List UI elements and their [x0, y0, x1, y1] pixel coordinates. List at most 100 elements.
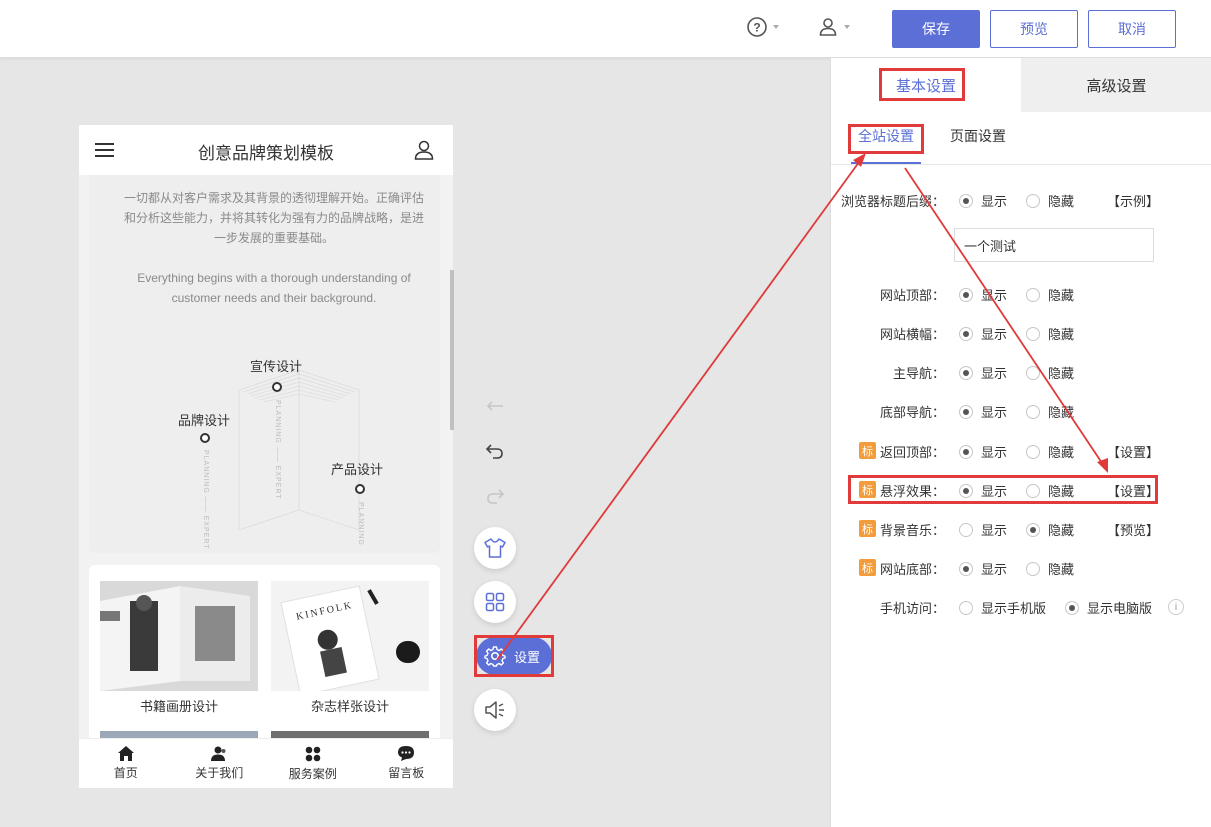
nav-about-label: 关于我们 — [195, 766, 244, 780]
row-label-mobile-access: 手机访问： — [879, 601, 945, 616]
nav-home-label: 首页 — [113, 766, 138, 780]
row-label-browser-title: 浏览器标题后缀： — [840, 194, 945, 209]
row-label-float-effect: 悬浮效果： — [879, 484, 945, 499]
tab-basic-settings[interactable]: 基本设置 — [831, 58, 1021, 112]
settings-label: 设置 — [514, 649, 541, 665]
row-label-site-banner: 网站横幅： — [879, 327, 945, 342]
case-image-book[interactable] — [100, 581, 258, 691]
preview-scrollbar[interactable] — [450, 270, 454, 430]
home-icon — [117, 746, 134, 761]
row-label-bottom-nav: 底部导航： — [879, 405, 945, 420]
undo-icon[interactable] — [484, 440, 506, 462]
nav-message-label: 留言板 — [388, 766, 425, 780]
radio-site-top-hide[interactable]: 隐藏 — [1026, 285, 1074, 304]
radio-mobile-version[interactable]: 显示手机版 — [959, 598, 1046, 617]
radio-browser-title-hide[interactable]: 隐藏 — [1026, 191, 1074, 210]
chevron-down-icon — [844, 25, 850, 29]
radio-bottom-nav-show[interactable]: 显示 — [959, 402, 1007, 421]
arrow-settings-to-subtab — [496, 157, 863, 661]
theme-button[interactable] — [474, 527, 516, 569]
cancel-button[interactable]: 取消 — [1088, 10, 1176, 48]
book-photo — [100, 581, 258, 691]
redo-icon[interactable] — [484, 485, 506, 507]
phone-header: 创意品牌策划模板 — [79, 125, 453, 175]
label-product-design: 产品设计 — [331, 462, 384, 477]
label-promo-design: 宣传设计 — [250, 359, 303, 374]
radio-main-nav-show[interactable]: 显示 — [959, 363, 1007, 382]
user-menu[interactable] — [817, 16, 850, 38]
radio-banner-hide[interactable]: 隐藏 — [1026, 324, 1074, 343]
nav-cases[interactable]: 服务案例 — [266, 739, 360, 788]
row-label-bg-music: 背景音乐： — [879, 523, 945, 538]
nav-message[interactable]: 留言板 — [360, 739, 454, 788]
radio-float-hide[interactable]: 隐藏 — [1026, 481, 1074, 500]
user-icon — [819, 18, 837, 36]
radio-banner-show[interactable]: 显示 — [959, 324, 1007, 343]
mobile-preview: 创意品牌策划模板 一切都从对客户需求及其背景的透彻理解开始。正确评估和分析这些能… — [79, 125, 453, 788]
grid-icon — [305, 746, 321, 761]
link-back-top-settings[interactable]: 【设置】 — [1107, 442, 1159, 461]
vtext-brand: PLANNING —— EXPERT — [202, 450, 209, 550]
speaker-icon — [485, 701, 504, 719]
question-circle-icon: ? — [747, 17, 767, 37]
subtab-site-settings[interactable]: 全站设置 — [858, 126, 914, 146]
label-brand-design: 品牌设计 — [178, 413, 231, 428]
diagram-stacked-pages — [238, 369, 360, 531]
settings-panel: 基本设置 高级设置 全站设置 页面设置 浏览器标题后缀： 显示 隐藏 【示例】 … — [830, 58, 1211, 827]
back-arrow-icon[interactable] — [484, 395, 506, 417]
point-product-design — [355, 484, 365, 494]
link-example[interactable]: 【示例】 — [1107, 191, 1159, 210]
radio-back-top-hide[interactable]: 隐藏 — [1026, 442, 1074, 461]
modules-button[interactable] — [474, 581, 516, 623]
case-label-magazine: 杂志样张设计 — [310, 699, 389, 714]
top-bar: ? 保存 预览 取消 — [0, 0, 1211, 58]
site-title: 创意品牌策划模板 — [198, 144, 334, 163]
modules-grid-icon — [485, 592, 505, 612]
radio-music-hide[interactable]: 隐藏 — [1026, 520, 1074, 539]
nav-about[interactable]: 关于我们 — [173, 739, 267, 788]
magazine-photo: KINFOLK — [271, 581, 429, 691]
svg-text:?: ? — [753, 21, 760, 35]
row-label-site-top: 网站顶部： — [879, 288, 945, 303]
chevron-down-icon — [773, 25, 779, 29]
browser-title-input[interactable] — [954, 228, 1154, 262]
nav-home[interactable]: 首页 — [79, 739, 173, 788]
case-image-magazine[interactable]: KINFOLK — [271, 581, 429, 691]
tab-basic-label: 基本设置 — [895, 77, 956, 95]
radio-desktop-version[interactable]: 显示电脑版 — [1065, 598, 1152, 617]
vtext-product: PLANNING — [357, 502, 364, 546]
user-icon[interactable] — [413, 139, 435, 161]
subtab-page-settings[interactable]: 页面设置 — [950, 126, 1006, 146]
bottom-nav: 首页 关于我们 服务案例 留言板 — [79, 738, 453, 788]
music-button[interactable] — [474, 689, 516, 731]
radio-browser-title-show[interactable]: 显示 — [959, 191, 1007, 210]
people-icon — [211, 746, 226, 761]
radio-site-top-show[interactable]: 显示 — [959, 285, 1007, 304]
chat-icon — [398, 746, 415, 761]
gear-icon — [484, 646, 506, 667]
intro-text-en: Everything begins with a thorough unders… — [137, 271, 411, 305]
info-icon[interactable]: i — [1168, 599, 1184, 615]
intro-section: 一切都从对客户需求及其背景的透彻理解开始。正确评估和分析这些能力，并将其转化为强… — [89, 175, 440, 553]
row-label-site-footer: 网站底部： — [879, 562, 945, 577]
radio-float-show[interactable]: 显示 — [959, 481, 1007, 500]
nav-cases-label: 服务案例 — [288, 766, 337, 781]
radio-bottom-nav-hide[interactable]: 隐藏 — [1026, 402, 1074, 421]
tab-advanced-label: 高级设置 — [1086, 77, 1147, 95]
radio-footer-hide[interactable]: 隐藏 — [1026, 559, 1074, 578]
point-promo-design — [272, 382, 282, 392]
link-music-preview[interactable]: 【预览】 — [1107, 520, 1159, 539]
help-menu[interactable]: ? — [746, 16, 779, 38]
settings-button[interactable]: 设置 — [476, 637, 552, 675]
radio-back-top-show[interactable]: 显示 — [959, 442, 1007, 461]
link-float-settings[interactable]: 【设置】 — [1107, 481, 1159, 500]
radio-music-show[interactable]: 显示 — [959, 520, 1007, 539]
intro-text-cn: 一切都从对客户需求及其背景的透彻理解开始。正确评估和分析这些能力，并将其转化为强… — [123, 191, 424, 245]
subtab-divider — [831, 164, 1211, 165]
row-label-main-nav: 主导航： — [892, 366, 945, 381]
save-button[interactable]: 保存 — [892, 10, 980, 48]
radio-footer-show[interactable]: 显示 — [959, 559, 1007, 578]
preview-button[interactable]: 预览 — [990, 10, 1078, 48]
tab-advanced-settings[interactable]: 高级设置 — [1021, 58, 1211, 112]
radio-main-nav-hide[interactable]: 隐藏 — [1026, 363, 1074, 382]
